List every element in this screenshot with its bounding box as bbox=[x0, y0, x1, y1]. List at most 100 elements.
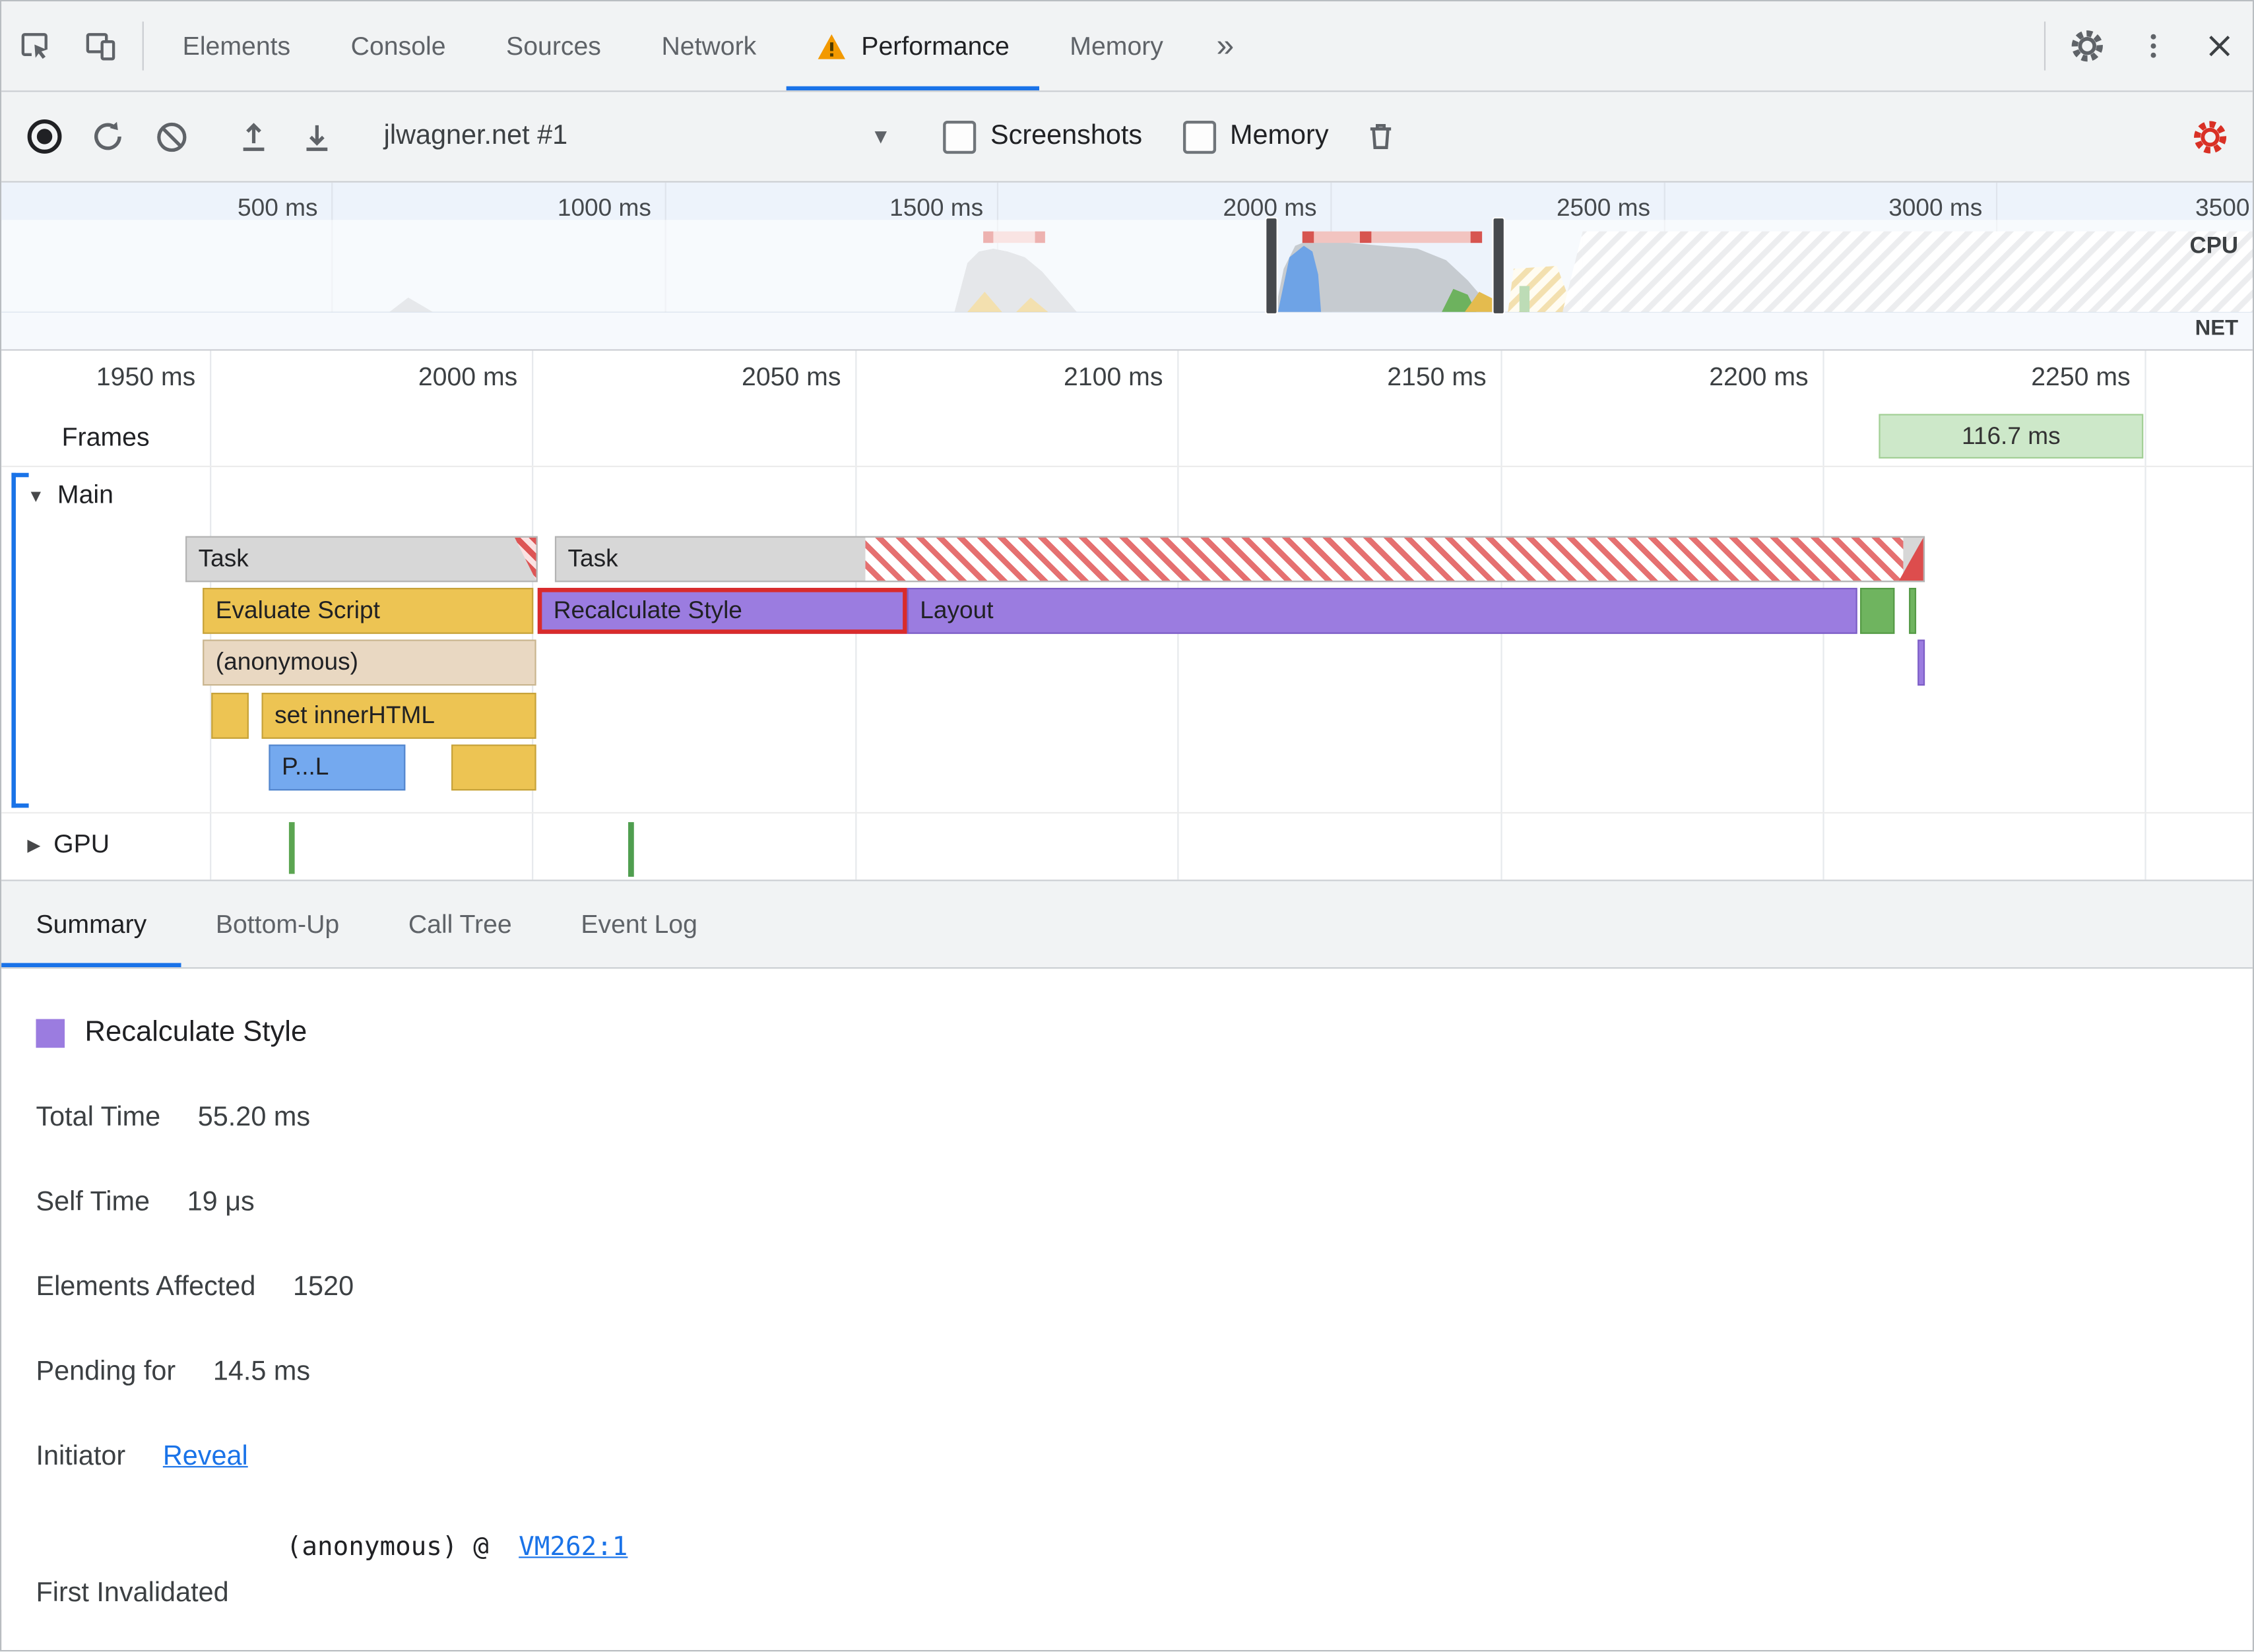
device-toolbar-icon bbox=[86, 33, 115, 61]
main-track-selection-bracket-top bbox=[11, 472, 29, 478]
tab-event-log[interactable]: Event Log bbox=[546, 881, 732, 967]
tab-bottom-up[interactable]: Bottom-Up bbox=[181, 881, 374, 967]
tab-elements[interactable]: Elements bbox=[152, 1, 321, 90]
tab-memory[interactable]: Memory bbox=[1040, 1, 1194, 90]
screenshots-checkbox[interactable] bbox=[943, 119, 977, 154]
gpu-track-header[interactable]: ▶ GPU bbox=[1, 813, 2253, 860]
flame-bar-style-sliver[interactable] bbox=[1917, 639, 1925, 686]
timeline-overview[interactable]: 500 ms 1000 ms 1500 ms 2000 ms 2500 ms 3… bbox=[1, 182, 2253, 351]
main-track-header[interactable]: ▼ Main bbox=[1, 467, 2253, 510]
memory-checkbox[interactable] bbox=[1182, 119, 1216, 154]
recalculate-style-color-swatch bbox=[36, 1018, 65, 1048]
capture-settings-button[interactable] bbox=[2178, 105, 2241, 168]
gpu-activity-tick[interactable] bbox=[628, 822, 634, 877]
close-devtools-button[interactable] bbox=[2187, 1, 2253, 90]
flame-bar-paint-sliver[interactable] bbox=[1909, 588, 1917, 634]
flame-bar-label: P...L bbox=[281, 753, 329, 780]
stack-trace-line: (anonymous) @ VM262:1 bbox=[286, 1532, 628, 1562]
tab-label: Console bbox=[350, 30, 446, 60]
main-track-selection-bracket bbox=[11, 472, 16, 808]
flame-bar-set-innerhtml[interactable]: set innerHTML bbox=[261, 693, 536, 739]
flame-bar-label: Task bbox=[198, 544, 249, 573]
main-track-selection-bracket-bottom bbox=[11, 803, 29, 808]
flame-bar-paint[interactable] bbox=[1860, 588, 1895, 634]
clear-icon bbox=[156, 121, 186, 152]
stack-frame-text: (anonymous) @ bbox=[286, 1532, 489, 1563]
summary-row: Pending for 14.5 ms bbox=[36, 1348, 2252, 1395]
profile-name: jlwagner.net #1 bbox=[383, 120, 568, 151]
stack-source-link[interactable]: VM262:1 bbox=[519, 1532, 628, 1562]
summary-title-row: Recalculate Style bbox=[36, 1009, 2252, 1056]
flame-bar-parse-html[interactable]: P...L bbox=[269, 744, 406, 791]
save-profile-button[interactable] bbox=[284, 105, 348, 168]
screenshots-toggle[interactable]: Screenshots bbox=[923, 119, 1163, 154]
tab-network[interactable]: Network bbox=[631, 1, 787, 90]
overview-right-handle[interactable] bbox=[1492, 216, 1505, 315]
tab-console[interactable]: Console bbox=[321, 1, 476, 90]
expand-triangle-icon[interactable]: ▶ bbox=[27, 835, 40, 855]
clear-recording-button[interactable] bbox=[139, 105, 203, 168]
devtools-window: Elements Console Sources Network Perform… bbox=[0, 0, 2254, 1652]
record-icon bbox=[27, 119, 62, 154]
device-toolbar-button[interactable] bbox=[67, 1, 133, 90]
summary-title: Recalculate Style bbox=[84, 1016, 307, 1048]
initiator-reveal-link[interactable]: Reveal bbox=[163, 1441, 248, 1473]
garbage-collect-button[interactable] bbox=[1349, 105, 1412, 168]
flame-bar-label: Layout bbox=[920, 596, 994, 624]
tab-summary[interactable]: Summary bbox=[1, 881, 181, 967]
tab-sources[interactable]: Sources bbox=[476, 1, 631, 90]
tab-label: Call Tree bbox=[408, 908, 512, 938]
record-button[interactable] bbox=[13, 105, 77, 168]
flame-bar-script-small[interactable] bbox=[211, 693, 249, 739]
summary-row-label: Initiator bbox=[36, 1441, 126, 1471]
profile-select[interactable]: jlwagner.net #1 ▾ bbox=[367, 121, 905, 152]
overview-tick: 2500 ms bbox=[1556, 194, 1650, 222]
frame-duration-label: 116.7 ms bbox=[1961, 422, 2061, 449]
ruler-tick: 2200 ms bbox=[1709, 362, 1809, 391]
tab-performance[interactable]: Performance bbox=[787, 1, 1040, 90]
long-task-marker bbox=[514, 537, 536, 581]
details-tabbar: Summary Bottom-Up Call Tree Event Log bbox=[1, 879, 2253, 969]
summary-row-value: 14.5 ms bbox=[212, 1356, 311, 1387]
flame-bar-label: Recalculate Style bbox=[553, 596, 742, 624]
ruler-tick: 2250 ms bbox=[2031, 362, 2131, 391]
flame-bar-script-small[interactable] bbox=[451, 744, 536, 791]
screenshots-label: Screenshots bbox=[990, 120, 1143, 151]
net-track-label: NET bbox=[2195, 316, 2239, 341]
flame-bar-label: Task bbox=[567, 544, 618, 573]
collapse-triangle-icon[interactable]: ▼ bbox=[27, 485, 44, 505]
summary-row-label: First Invalidated bbox=[36, 1578, 229, 1608]
flame-bar-recalculate-style-selected[interactable]: Recalculate Style bbox=[537, 588, 907, 634]
summary-row-initiator: Initiator Reveal bbox=[36, 1433, 2252, 1480]
summary-row-first-invalidated: First Invalidated (anonymous) @ VM262:1 bbox=[36, 1532, 2252, 1610]
gpu-activity-tick[interactable] bbox=[288, 822, 295, 874]
kebab-menu-icon bbox=[2150, 34, 2156, 58]
inspect-element-button[interactable] bbox=[1, 1, 67, 90]
more-tabs-button[interactable]: » bbox=[1194, 1, 1257, 90]
toolbar-separator bbox=[142, 21, 144, 71]
frame-duration-box[interactable]: 116.7 ms bbox=[1879, 414, 2144, 459]
tab-label: Performance bbox=[861, 30, 1010, 60]
devtools-tabbar: Elements Console Sources Network Perform… bbox=[1, 1, 2253, 92]
overview-left-curtain bbox=[1, 220, 1273, 312]
flame-bar-task[interactable]: Task bbox=[185, 536, 538, 583]
flame-bar-layout[interactable]: Layout bbox=[907, 588, 1857, 634]
summary-row-value: 55.20 ms bbox=[197, 1101, 311, 1132]
reload-and-record-button[interactable] bbox=[76, 105, 139, 168]
flame-bar-task[interactable]: Task bbox=[554, 536, 1925, 583]
upload-icon bbox=[242, 122, 264, 150]
gear-icon bbox=[2071, 30, 2103, 62]
settings-button[interactable] bbox=[2054, 1, 2120, 90]
tab-call-tree[interactable]: Call Tree bbox=[374, 881, 546, 967]
memory-toggle[interactable]: Memory bbox=[1163, 119, 1349, 154]
summary-row-value: 1520 bbox=[293, 1271, 354, 1302]
ruler-tick: 2100 ms bbox=[1064, 362, 1163, 391]
overview-tick: 1500 ms bbox=[889, 194, 984, 222]
load-profile-button[interactable] bbox=[221, 105, 284, 168]
menu-button[interactable] bbox=[2120, 1, 2186, 90]
flame-bar-evaluate-script[interactable]: Evaluate Script bbox=[203, 588, 534, 634]
ruler-tick: 2000 ms bbox=[418, 362, 518, 391]
flame-bar-anonymous[interactable]: (anonymous) bbox=[203, 639, 536, 686]
flame-chart-area[interactable]: 1950 ms 2000 ms 2050 ms 2100 ms 2150 ms … bbox=[1, 350, 2253, 880]
overview-left-handle[interactable] bbox=[1265, 216, 1278, 315]
